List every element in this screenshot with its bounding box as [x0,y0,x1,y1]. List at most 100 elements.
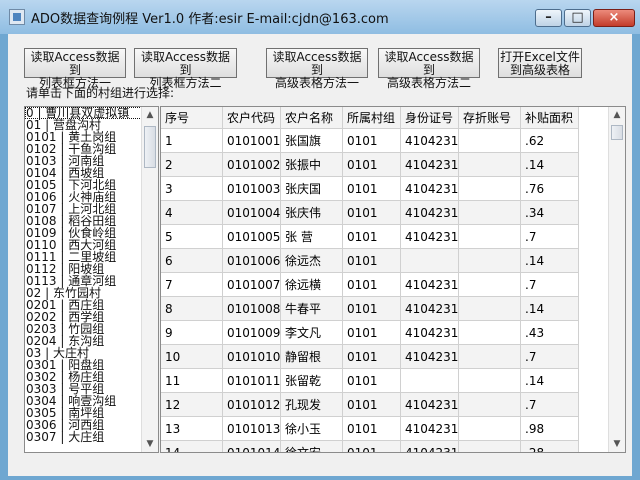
table-row[interactable]: 20101002张振中010141042319 .14 [161,153,579,177]
table-cell[interactable]: 2 [161,153,223,177]
table-cell[interactable] [459,345,521,369]
table-cell[interactable]: 0101001 [223,129,281,153]
table-cell[interactable]: 0101 [343,153,401,177]
table-cell[interactable]: 孔现发 [281,393,343,417]
table-cell[interactable]: 14 [161,441,223,452]
table-row[interactable]: 10101001张国旗010141042319 .62 [161,129,579,153]
table-cell[interactable]: 张国旗 [281,129,343,153]
table-cell[interactable]: 1 [161,129,223,153]
table-cell[interactable] [459,321,521,345]
table-cell[interactable] [401,369,459,393]
table-cell[interactable] [459,225,521,249]
table-cell[interactable]: 3 [161,177,223,201]
grid-scroll-thumb[interactable] [611,125,623,140]
table-cell[interactable]: 0101 [343,393,401,417]
column-header[interactable]: 补贴面积 [521,107,579,129]
table-cell[interactable] [459,273,521,297]
table-cell[interactable] [459,177,521,201]
column-header[interactable]: 农户名称 [281,107,343,129]
table-row[interactable]: 140101014徐文安010141042319 .28 [161,441,579,452]
table-cell[interactable]: 41042319 [401,225,459,249]
table-cell[interactable]: 5 [161,225,223,249]
table-cell[interactable]: 0101 [343,441,401,452]
table-cell[interactable]: 41042319 [401,201,459,225]
table-cell[interactable]: .34 [521,201,579,225]
scroll-up-arrow-icon[interactable]: ▲ [142,107,158,123]
table-cell[interactable]: 0101 [343,249,401,273]
table-cell[interactable]: .14 [521,249,579,273]
table-cell[interactable]: 徐文安 [281,441,343,452]
grid-scroll-down-arrow-icon[interactable]: ▼ [609,436,625,452]
table-cell[interactable]: 0101 [343,297,401,321]
table-cell[interactable] [459,417,521,441]
table-cell[interactable]: 41042319 [401,321,459,345]
village-group-listbox[interactable]: 0 | 曹川县双虚拟镇 01 | 营盘沟村 0101 | 黄土岗组 0102 | 干鱼… [24,106,159,453]
table-cell[interactable]: 4 [161,201,223,225]
table-cell[interactable]: .28 [521,441,579,452]
table-cell[interactable]: .62 [521,129,579,153]
table-cell[interactable]: 0101008 [223,297,281,321]
table-cell[interactable]: .14 [521,369,579,393]
table-row[interactable]: 130101013徐小玉010141042319 .98 [161,417,579,441]
table-cell[interactable]: 0101003 [223,177,281,201]
grid-method-2-button[interactable]: 读取Access数据到 高级表格方法二 [378,48,480,90]
table-cell[interactable]: 徐远横 [281,273,343,297]
table-cell[interactable]: 0101009 [223,321,281,345]
table-cell[interactable]: 41042319 [401,177,459,201]
table-cell[interactable]: 0101013 [223,417,281,441]
table-cell[interactable]: .43 [521,321,579,345]
table-cell[interactable]: 0101 [343,225,401,249]
table-cell[interactable]: 41042319 [401,273,459,297]
minimize-button[interactable]: – [535,9,562,27]
table-cell[interactable]: 8 [161,297,223,321]
listbox-vertical-scrollbar[interactable]: ▲ ▼ [141,107,158,452]
table-cell[interactable]: 张振中 [281,153,343,177]
table-row[interactable]: 6 0101006 徐远杰 0101 .14 [161,249,579,273]
table-cell[interactable]: 0101007 [223,273,281,297]
list-method-1-button[interactable]: 读取Access数据到 列表框方法一 [24,48,126,90]
grid-method-1-button[interactable]: 读取Access数据到 高级表格方法一 [266,48,368,90]
table-row[interactable]: 40101004张庆伟010141042319 .34 [161,201,579,225]
table-cell[interactable]: 0101014 [223,441,281,452]
table-cell[interactable]: 41042319 [401,441,459,452]
table-cell[interactable] [459,441,521,452]
table-row[interactable]: 30101003张庆国010141042319 .76 [161,177,579,201]
table-cell[interactable]: 0101002 [223,153,281,177]
table-cell[interactable]: .7 [521,393,579,417]
table-cell[interactable]: 0101004 [223,201,281,225]
table-cell[interactable]: 12 [161,393,223,417]
table-cell[interactable]: .98 [521,417,579,441]
column-header[interactable]: 序号 [161,107,223,129]
grid-vertical-scrollbar[interactable]: ▲ ▼ [608,107,625,452]
table-cell[interactable] [459,153,521,177]
table-cell[interactable]: 0101012 [223,393,281,417]
maximize-button[interactable]: □ [564,9,591,27]
table-cell[interactable] [459,297,521,321]
column-header[interactable]: 身份证号 [401,107,459,129]
table-cell[interactable]: 0101010 [223,345,281,369]
table-cell[interactable]: 张庆国 [281,177,343,201]
table-cell[interactable]: 0101 [343,369,401,393]
table-row[interactable]: 70101007徐远横010141042319 .7 [161,273,579,297]
table-cell[interactable] [401,249,459,273]
table-cell[interactable]: .7 [521,225,579,249]
table-cell[interactable]: 41042319 [401,153,459,177]
table-cell[interactable]: 牛春平 [281,297,343,321]
table-cell[interactable]: 0101 [343,129,401,153]
scroll-down-arrow-icon[interactable]: ▼ [142,436,158,452]
table-row[interactable]: 11 0101011 张留乾 0101 .14 [161,369,579,393]
table-cell[interactable]: 7 [161,273,223,297]
table-cell[interactable]: 9 [161,321,223,345]
close-button[interactable]: × [593,9,635,27]
table-cell[interactable]: 41042319 [401,297,459,321]
table-cell[interactable]: .7 [521,345,579,369]
table-cell[interactable]: .14 [521,153,579,177]
table-cell[interactable]: 0101 [343,321,401,345]
table-cell[interactable]: 徐远杰 [281,249,343,273]
table-cell[interactable]: 0101 [343,273,401,297]
table-cell[interactable] [459,369,521,393]
table-cell[interactable]: 41042319 [401,345,459,369]
table-row[interactable]: 100101010静留根010141042319 .7 [161,345,579,369]
table-cell[interactable]: 0101006 [223,249,281,273]
table-row[interactable]: 120101012孔现发010141042319 .7 [161,393,579,417]
